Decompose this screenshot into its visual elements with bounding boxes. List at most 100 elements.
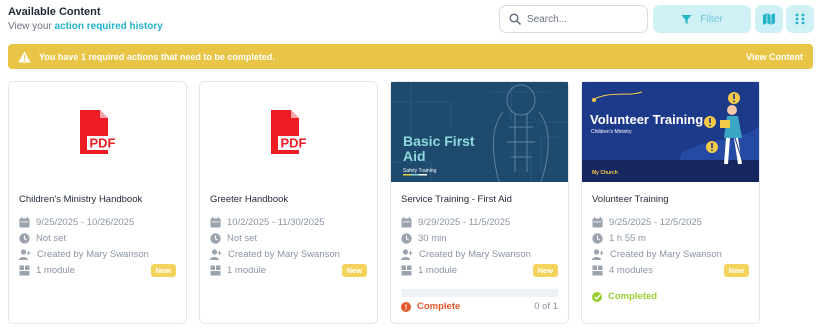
card-title: Service Training - First Aid [401, 194, 512, 205]
svg-text:My Church: My Church [592, 170, 618, 176]
modules-text: 1 module [418, 265, 458, 276]
filter-icon [681, 14, 692, 24]
filter-button[interactable]: Filter [653, 5, 751, 33]
grid-icon [795, 13, 805, 25]
pdf-icon: PDF [79, 110, 118, 154]
search-box[interactable] [499, 5, 648, 33]
creator-text: Created by Mary Swanson [610, 249, 722, 260]
search-icon [509, 13, 521, 25]
user-add-icon [592, 249, 604, 260]
modules-text: 1 module [227, 265, 267, 276]
page-header: Available Content View your action requi… [8, 6, 163, 32]
progress-bar [401, 289, 558, 297]
date-range: 9/29/2025 - 11/5/2025 [418, 217, 511, 228]
module-count: 0 of 1 [534, 301, 558, 312]
creator-text: Created by Mary Swanson [37, 249, 149, 260]
check-circle-icon [592, 291, 602, 302]
clock-icon [19, 233, 30, 244]
grid-view-button[interactable] [786, 5, 814, 33]
clock-icon [401, 233, 412, 244]
card-thumbnail: Basic First Aid Safety Training [391, 82, 568, 182]
action-history-link[interactable]: action required history [55, 21, 163, 32]
warning-icon [18, 51, 31, 62]
card-creator: Created by Mary Swanson [592, 249, 722, 260]
new-badge: New [341, 264, 367, 277]
card-creator: Created by Mary Swanson [19, 249, 149, 260]
filter-label: Filter [700, 13, 723, 25]
duration-text: Not set [36, 233, 67, 244]
user-add-icon [401, 249, 413, 260]
card-thumbnail: Volunteer Training Children's Ministry M… [582, 82, 759, 182]
banner-message: You have 1 required actions that need to… [39, 51, 275, 62]
status-dot-icon [401, 301, 411, 312]
new-badge: New [150, 264, 176, 277]
card-duration: Not set [19, 233, 66, 244]
svg-text:Safety Training: Safety Training [403, 168, 437, 174]
content-card[interactable]: Basic First Aid Safety Training Service … [390, 81, 569, 324]
creator-text: Created by Mary Swanson [228, 249, 340, 260]
creator-text: Created by Mary Swanson [419, 249, 531, 260]
modules-icon [210, 265, 221, 276]
svg-text:Children's Ministry: Children's Ministry [591, 129, 632, 135]
duration-text: 30 min [418, 233, 447, 244]
modules-icon [401, 265, 412, 276]
card-dates: 9/29/2025 - 11/5/2025 [401, 217, 510, 228]
content-card[interactable]: PDF Children's Ministry Handbook 9/25/20… [8, 81, 187, 324]
date-range: 9/25/2025 - 10/26/2025 [36, 217, 135, 228]
map-icon [763, 13, 775, 25]
required-actions-banner: You have 1 required actions that need to… [8, 44, 813, 69]
content-card[interactable]: Volunteer Training Children's Ministry M… [581, 81, 760, 324]
card-thumbnail: PDF [9, 82, 186, 182]
svg-text:PDF: PDF [280, 136, 306, 151]
clock-icon [592, 233, 603, 244]
card-modules: 1 module [401, 265, 457, 276]
svg-text:PDF: PDF [89, 136, 115, 151]
search-input[interactable] [527, 13, 637, 25]
card-modules: 4 modules [592, 265, 653, 276]
card-dates: 9/25/2025 - 12/5/2025 [592, 217, 702, 228]
card-modules: 1 module [210, 265, 266, 276]
status-complete: Complete [401, 301, 460, 312]
card-modules: 1 module [19, 265, 75, 276]
duration-text: Not set [227, 233, 258, 244]
calendar-icon [19, 217, 30, 228]
modules-icon [19, 265, 30, 276]
modules-text: 1 module [36, 265, 76, 276]
page-subtitle: View your action required history [8, 21, 163, 32]
card-duration: 30 min [401, 233, 447, 244]
content-card[interactable]: PDF Greeter Handbook 10/2/2025 - 11/30/2… [199, 81, 378, 324]
card-duration: Not set [210, 233, 257, 244]
new-badge: New [723, 264, 749, 277]
page-title: Available Content [8, 6, 101, 18]
new-badge: New [532, 264, 558, 277]
status-text: Complete [417, 301, 461, 312]
svg-text:Volunteer Training: Volunteer Training [590, 112, 703, 127]
modules-text: 4 modules [609, 265, 653, 276]
date-range: 10/2/2025 - 11/30/2025 [227, 217, 325, 228]
user-add-icon [210, 249, 222, 260]
calendar-icon [210, 217, 221, 228]
svg-text:Basic First: Basic First [403, 133, 475, 149]
date-range: 9/25/2025 - 12/5/2025 [609, 217, 702, 228]
status-text: Completed [608, 291, 658, 302]
pdf-icon: PDF [270, 110, 309, 154]
svg-text:Aid: Aid [403, 148, 426, 164]
card-thumbnail: PDF [200, 82, 377, 182]
calendar-icon [592, 217, 603, 228]
clock-icon [210, 233, 221, 244]
view-content-link[interactable]: View Content [746, 52, 803, 62]
map-view-button[interactable] [755, 5, 783, 33]
subtitle-prefix: View your [8, 21, 55, 32]
card-duration: 1 h 55 m [592, 233, 646, 244]
card-title: Volunteer Training [592, 194, 669, 205]
card-creator: Created by Mary Swanson [401, 249, 531, 260]
card-dates: 10/2/2025 - 11/30/2025 [210, 217, 325, 228]
modules-icon [592, 265, 603, 276]
card-title: Children's Ministry Handbook [19, 194, 143, 205]
user-add-icon [19, 249, 31, 260]
status-completed: Completed [592, 291, 657, 302]
card-dates: 9/25/2025 - 10/26/2025 [19, 217, 134, 228]
card-creator: Created by Mary Swanson [210, 249, 340, 260]
duration-text: 1 h 55 m [609, 233, 646, 244]
calendar-icon [401, 217, 412, 228]
